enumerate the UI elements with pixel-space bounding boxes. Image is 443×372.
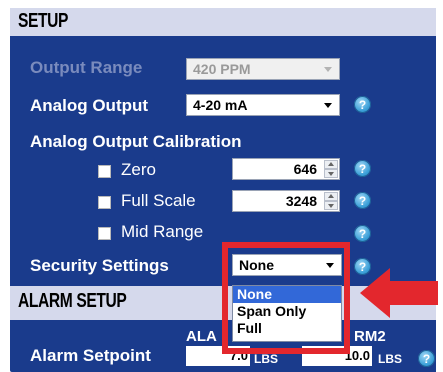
help-icon[interactable]: ? — [354, 96, 371, 113]
spinner-down-icon[interactable] — [324, 201, 338, 210]
spinner-up-icon[interactable] — [324, 192, 338, 201]
security-settings-dropdown: None Span Only Full — [232, 285, 342, 342]
analog-output-label: Analog Output — [30, 96, 149, 115]
output-range-value: 420 PPM — [193, 61, 251, 77]
full-scale-checkbox[interactable] — [98, 196, 111, 209]
alarm2-unit: LBS — [378, 352, 402, 366]
security-settings-label: Security Settings — [30, 256, 169, 275]
alarm1-column-header: ALA — [186, 328, 217, 345]
mid-range-label: Mid Range — [121, 222, 204, 241]
dropdown-option-full[interactable]: Full — [233, 320, 341, 337]
spinner-up-icon[interactable] — [324, 160, 338, 169]
alarm2-column-header: RM2 — [354, 328, 386, 345]
alarm-setpoint-label: Alarm Setpoint — [30, 346, 151, 365]
dropdown-caret-icon — [324, 103, 332, 108]
dropdown-option-none[interactable]: None — [233, 286, 341, 303]
help-icon[interactable]: ? — [354, 225, 371, 242]
alarm-setup-title: ALARM SETUP — [18, 290, 127, 312]
full-scale-label: Full Scale — [121, 191, 196, 210]
alarm1-unit: LBS — [254, 352, 278, 366]
analog-output-select[interactable]: 4-20 mA — [186, 94, 340, 116]
dropdown-option-span-only[interactable]: Span Only — [233, 303, 341, 320]
mid-range-checkbox[interactable] — [98, 227, 111, 240]
zero-checkbox[interactable] — [98, 165, 111, 178]
help-icon[interactable]: ? — [354, 160, 371, 177]
help-icon[interactable]: ? — [418, 350, 435, 367]
dropdown-caret-icon — [324, 67, 332, 72]
zero-label: Zero — [121, 160, 156, 179]
security-settings-value: None — [239, 257, 274, 273]
full-scale-value: 3248 — [285, 193, 317, 209]
output-range-select: 420 PPM — [186, 58, 340, 80]
full-scale-input[interactable]: 3248 — [232, 190, 340, 212]
zero-input[interactable]: 646 — [232, 158, 340, 180]
setup-title: SETUP — [18, 10, 69, 32]
dropdown-caret-icon — [326, 263, 334, 268]
red-arrow-icon — [360, 268, 438, 318]
zero-value: 646 — [293, 161, 317, 177]
help-icon[interactable]: ? — [354, 192, 371, 209]
spinner-down-icon[interactable] — [324, 169, 338, 178]
calibration-label: Analog Output Calibration — [30, 132, 242, 151]
security-settings-select[interactable]: None — [232, 254, 342, 276]
output-range-label: Output Range — [30, 58, 143, 77]
analog-output-value: 4-20 mA — [193, 97, 248, 113]
setup-header: SETUP — [10, 8, 436, 36]
